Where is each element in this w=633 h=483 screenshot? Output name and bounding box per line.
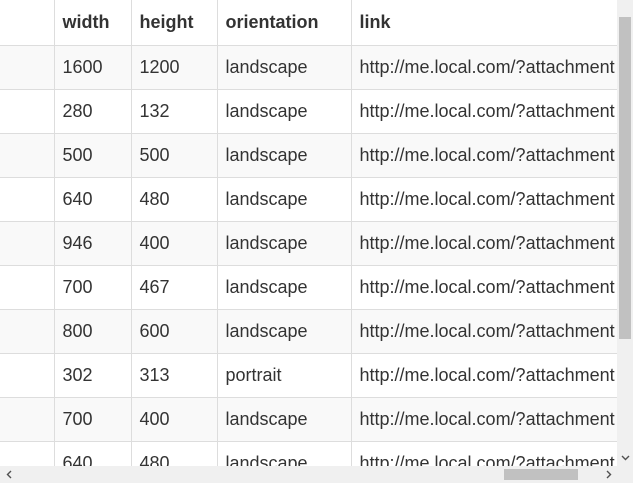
table-viewport: width height orientation link 1600 1200 la…	[0, 0, 633, 483]
column-header-index[interactable]	[0, 0, 54, 46]
column-header-width[interactable]: width	[53, 0, 131, 46]
height-cell: 313	[130, 353, 217, 398]
horizontal-scrollbar-thumb[interactable]	[504, 469, 578, 480]
row-index-cell	[0, 89, 54, 134]
table-row[interactable]: 280 132 landscape http://me.local.com/?atta…	[0, 89, 617, 134]
table-scroll-area[interactable]: width height orientation link 1600 1200 la…	[0, 0, 617, 466]
width-cell: 302	[53, 353, 131, 398]
link-cell[interactable]: http://me.local.com/?attachment	[350, 45, 617, 90]
row-index-cell	[0, 265, 54, 310]
width-cell: 1600	[53, 45, 131, 90]
table-row[interactable]: 800 600 landscape http://me.local.com/?atta…	[0, 309, 617, 354]
width-cell: 946	[53, 221, 131, 266]
row-index-cell	[0, 177, 54, 222]
height-cell: 480	[130, 441, 217, 466]
link-cell[interactable]: http://me.local.com/?attachment	[350, 309, 617, 354]
orientation-cell: landscape	[216, 89, 351, 134]
link-cell[interactable]: http://me.local.com/?attachment	[350, 265, 617, 310]
width-cell: 700	[53, 397, 131, 442]
column-header-height[interactable]: height	[130, 0, 217, 46]
orientation-cell: landscape	[216, 265, 351, 310]
table-row[interactable]: 700 400 landscape http://me.local.com/?atta…	[0, 397, 617, 442]
vertical-scrollbar-thumb[interactable]	[619, 17, 631, 339]
link-cell[interactable]: http://me.local.com/?attachment	[350, 221, 617, 266]
width-cell: 640	[53, 441, 131, 466]
height-cell: 132	[130, 89, 217, 134]
header-row: width height orientation link	[0, 0, 617, 46]
row-index-cell	[0, 353, 54, 398]
table-row[interactable]: 700 467 landscape http://me.local.com/?atta…	[0, 265, 617, 310]
table-row[interactable]: 946 400 landscape http://me.local.com/?atta…	[0, 221, 617, 266]
orientation-cell: landscape	[216, 133, 351, 178]
table-row[interactable]: 1600 1200 landscape http://me.local.com/?at…	[0, 45, 617, 90]
chevron-down-icon[interactable]	[617, 449, 633, 466]
link-cell[interactable]: http://me.local.com/?attachment	[350, 89, 617, 134]
orientation-cell: landscape	[216, 309, 351, 354]
horizontal-scrollbar[interactable]	[0, 466, 617, 483]
orientation-cell: landscape	[216, 221, 351, 266]
vertical-scrollbar[interactable]	[617, 0, 633, 466]
orientation-cell: landscape	[216, 45, 351, 90]
width-cell: 280	[53, 89, 131, 134]
link-cell[interactable]: http://me.local.com/?attachment	[350, 397, 617, 442]
width-cell: 640	[53, 177, 131, 222]
link-cell[interactable]: http://me.local.com/?attachment	[350, 441, 617, 466]
table-row[interactable]: 640 480 landscape http://me.local.com/?atta…	[0, 441, 617, 466]
data-table: width height orientation link 1600 1200 la…	[0, 0, 617, 466]
height-cell: 400	[130, 221, 217, 266]
chevron-right-icon[interactable]	[600, 466, 617, 483]
orientation-cell: landscape	[216, 177, 351, 222]
row-index-cell	[0, 309, 54, 354]
width-cell: 700	[53, 265, 131, 310]
height-cell: 467	[130, 265, 217, 310]
width-cell: 500	[53, 133, 131, 178]
row-index-cell	[0, 133, 54, 178]
table-row[interactable]: 302 313 portrait http://me.local.com/?attac…	[0, 353, 617, 398]
orientation-cell: landscape	[216, 397, 351, 442]
orientation-cell: portrait	[216, 353, 351, 398]
table-body: 1600 1200 landscape http://me.local.com/?at…	[0, 45, 617, 466]
column-header-orientation[interactable]: orientation	[216, 0, 351, 46]
scrollbar-corner	[617, 466, 633, 483]
height-cell: 500	[130, 133, 217, 178]
height-cell: 1200	[130, 45, 217, 90]
height-cell: 480	[130, 177, 217, 222]
row-index-cell	[0, 397, 54, 442]
row-index-cell	[0, 45, 54, 90]
chevron-left-icon[interactable]	[0, 466, 17, 483]
link-cell[interactable]: http://me.local.com/?attachment	[350, 353, 617, 398]
table-row[interactable]: 500 500 landscape http://me.local.com/?atta…	[0, 133, 617, 178]
height-cell: 400	[130, 397, 217, 442]
table-row[interactable]: 640 480 landscape http://me.local.com/?atta…	[0, 177, 617, 222]
row-index-cell	[0, 221, 54, 266]
row-index-cell	[0, 441, 54, 466]
height-cell: 600	[130, 309, 217, 354]
link-cell[interactable]: http://me.local.com/?attachment	[350, 177, 617, 222]
width-cell: 800	[53, 309, 131, 354]
column-header-link[interactable]: link	[350, 0, 617, 46]
orientation-cell: landscape	[216, 441, 351, 466]
link-cell[interactable]: http://me.local.com/?attachment	[350, 133, 617, 178]
